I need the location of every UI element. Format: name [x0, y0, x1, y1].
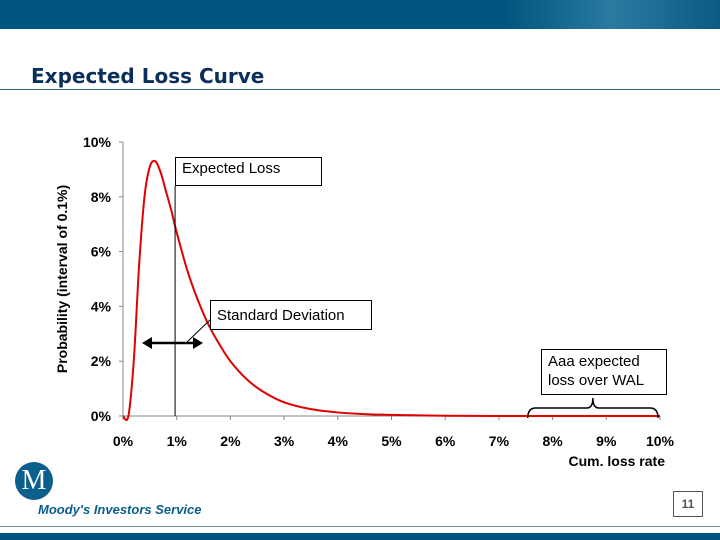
y-tick-label: 8%: [91, 189, 112, 205]
page-number: 11: [673, 491, 703, 517]
x-tick-label: 2%: [220, 433, 241, 449]
expected-loss-chart: 0% 2% 4% 6% 8% 10% 0% 1% 2% 3% 4% 5% 6% 7% 8% 9% 10% Prob…: [54, 134, 675, 469]
arrow-head-left: [142, 337, 152, 349]
y-tick-label: 4%: [91, 298, 112, 314]
footer-bar: [0, 533, 720, 540]
x-tick-label: 0%: [113, 433, 134, 449]
aaa-label: Aaa expected loss over WAL: [541, 349, 667, 395]
x-tick-label: 9%: [596, 433, 617, 449]
x-axis-label: Cum. loss rate: [569, 453, 666, 469]
x-tick-label: 7%: [489, 433, 510, 449]
footer-divider: [0, 526, 720, 527]
x-tick-label: 5%: [381, 433, 402, 449]
x-tick-label: 3%: [274, 433, 295, 449]
std-dev-label: Standard Deviation: [210, 300, 372, 330]
y-tick-label: 10%: [83, 134, 112, 150]
expected-loss-label: Expected Loss: [175, 157, 322, 186]
x-tick-label: 6%: [435, 433, 456, 449]
x-tick-label: 4%: [328, 433, 349, 449]
x-tick-label: 10%: [646, 433, 675, 449]
brand-name: Moody's Investors Service: [38, 502, 202, 517]
arrow-head-right: [193, 337, 203, 349]
std-dev-leader: [185, 317, 213, 344]
moodys-logo: M: [15, 462, 53, 500]
y-tick-label: 0%: [91, 408, 112, 424]
y-axis-label: Probability (interval of 0.1%): [54, 185, 70, 373]
y-tick-label: 6%: [91, 244, 112, 260]
x-tick-label: 8%: [542, 433, 563, 449]
x-tick-label: 1%: [167, 433, 188, 449]
y-tick-label: 2%: [91, 353, 112, 369]
